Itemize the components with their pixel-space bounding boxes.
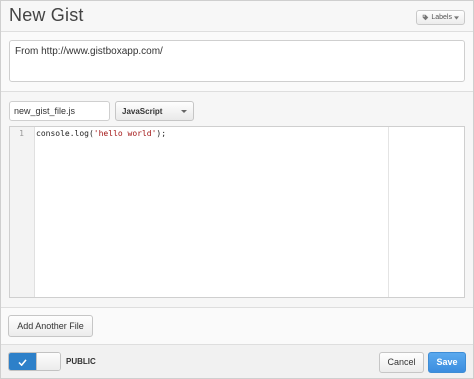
cancel-button[interactable]: Cancel bbox=[379, 352, 424, 373]
tag-icon bbox=[422, 14, 429, 21]
language-select-value: JavaScript bbox=[122, 107, 163, 116]
labels-button-label: Labels bbox=[431, 14, 452, 21]
save-button[interactable]: Save bbox=[428, 352, 466, 373]
file-section: new_gist_file.js JavaScript 1 console.lo… bbox=[1, 92, 473, 308]
labels-button[interactable]: Labels bbox=[416, 10, 465, 25]
description-textarea[interactable]: From http://www.gistboxapp.com/ bbox=[9, 40, 465, 82]
toggle-off-segment[interactable] bbox=[36, 353, 60, 370]
visibility-label: PUBLIC bbox=[66, 357, 96, 366]
code-text: console.log( bbox=[36, 129, 94, 138]
code-line[interactable]: console.log('hello world'); bbox=[36, 129, 166, 138]
add-another-file-button[interactable]: Add Another File bbox=[8, 315, 93, 337]
code-string: 'hello world' bbox=[93, 129, 157, 138]
chevron-down-icon bbox=[454, 15, 459, 20]
new-gist-dialog: New Gist Labels From http://www.gistboxa… bbox=[0, 0, 474, 379]
dialog-header: New Gist Labels bbox=[1, 1, 473, 32]
print-margin bbox=[388, 127, 389, 297]
code-editor[interactable]: 1 console.log('hello world'); bbox=[9, 126, 465, 298]
check-icon bbox=[18, 353, 27, 370]
toggle-on-segment[interactable] bbox=[9, 353, 36, 370]
description-section: From http://www.gistboxapp.com/ bbox=[1, 32, 473, 92]
dialog-footer: PUBLIC Cancel Save bbox=[1, 345, 473, 378]
page-title: New Gist bbox=[9, 5, 84, 25]
visibility-toggle[interactable] bbox=[8, 352, 61, 371]
chevron-down-icon bbox=[181, 110, 187, 113]
language-select[interactable]: JavaScript bbox=[115, 101, 194, 121]
code-text: ); bbox=[156, 129, 167, 138]
add-file-section: Add Another File bbox=[1, 308, 473, 345]
line-number-gutter: 1 bbox=[10, 127, 35, 297]
filename-input[interactable]: new_gist_file.js bbox=[9, 101, 110, 121]
line-number: 1 bbox=[19, 129, 24, 138]
